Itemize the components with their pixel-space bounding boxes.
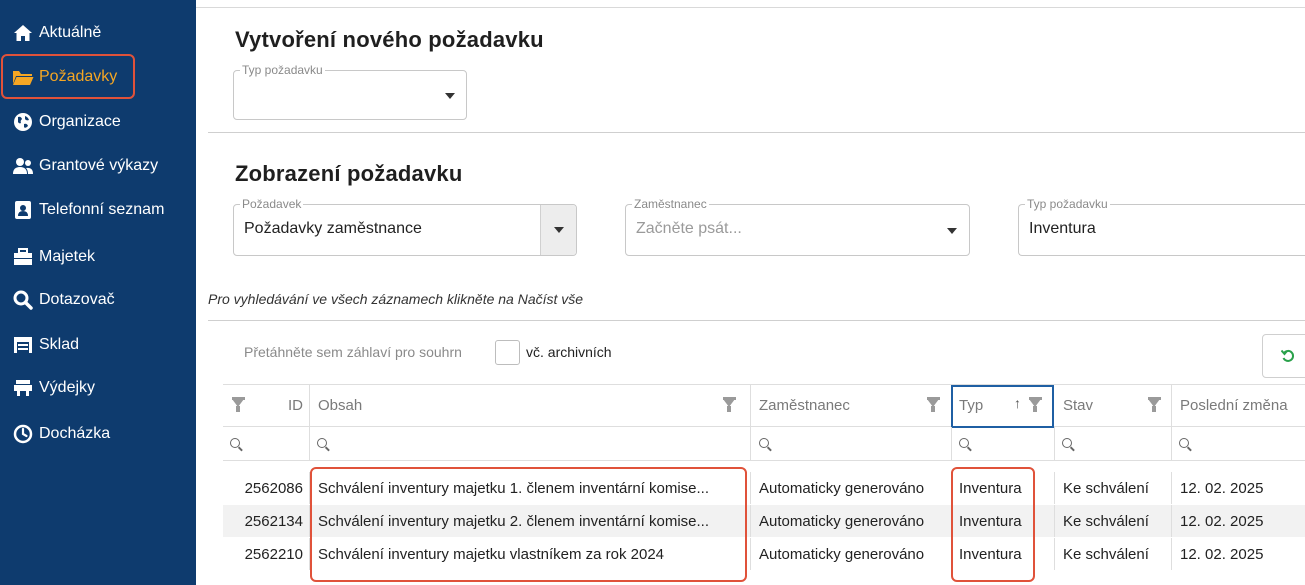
archive-checkbox-label[interactable]: vč. archivních [526,344,612,360]
search-icon[interactable] [230,438,240,448]
field-value: Inventura [1029,220,1096,237]
sidebar-item-label: Organizace [39,113,121,130]
home-icon [12,23,34,43]
clock-icon [12,424,34,444]
sidebar-item-pozadavky[interactable]: Požadavky [8,61,117,93]
cell-id: 2562086 [244,479,303,497]
request-select[interactable]: Požadavek Požadavky zaměstnance [233,197,577,256]
column-header-posledni-zmena[interactable]: Poslední změna [1171,385,1305,426]
sidebar: Aktuálně Požadavky Organizace Grantové v… [0,0,196,585]
load-all-hint: Pro vyhledávání ve všech záznamech klikn… [208,291,584,307]
cell-zamestnanec: Automaticky generováno [759,479,925,497]
column-header-obsah[interactable]: Obsah [309,385,750,426]
field-legend: Typ požadavku [240,63,325,77]
sidebar-item-sklad[interactable]: Sklad [8,329,79,361]
search-icon [12,290,34,310]
sidebar-item-majetek[interactable]: Majetek [8,241,95,273]
column-header-stav[interactable]: Stav [1054,385,1171,426]
cell-stav: Ke schválení [1063,512,1149,530]
create-request-title: Vytvoření nového požadavku [235,27,544,52]
warehouse-icon [12,335,34,355]
field-legend: Požadavek [240,197,304,211]
section-divider [208,132,1305,133]
cell-stav: Ke schválení [1063,479,1149,497]
dispense-icon [12,378,34,398]
chevron-down-icon [947,228,957,234]
sidebar-item-label: Sklad [39,336,80,353]
sorted-column-highlight [951,385,1054,428]
sidebar-item-dochazka[interactable]: Docházka [8,418,110,450]
search-icon[interactable] [1062,438,1072,448]
refresh-icon [1281,349,1295,362]
cell-posledni-zmena: 12. 02. 2025 [1180,545,1264,563]
address-card-icon [12,200,34,220]
folder-open-icon [12,67,34,87]
group-panel-hint[interactable]: Přetáhněte sem záhlaví pro souhrn [244,344,462,360]
section-divider [208,320,1305,321]
search-icon[interactable] [317,438,327,448]
top-divider [196,7,1305,8]
field-legend: Zaměstnanec [632,197,709,211]
cell-zamestnanec: Automaticky generováno [759,512,925,530]
sidebar-item-label: Majetek [39,248,96,265]
sidebar-item-vydejky[interactable]: Výdejky [8,372,95,404]
field-value: Požadavky zaměstnance [244,220,422,237]
sidebar-item-organizace[interactable]: Organizace [8,106,121,138]
grid-filter-row [223,427,1305,461]
sidebar-item-label: Dotazovač [39,291,115,308]
chevron-down-icon [445,93,455,99]
field-placeholder: Začněte psát... [636,220,742,237]
sidebar-item-label: Požadavky [39,68,118,85]
cell-posledni-zmena: 12. 02. 2025 [1180,512,1264,530]
field-legend: Typ požadavku [1025,197,1110,211]
search-icon[interactable] [959,438,969,448]
sidebar-item-aktualne[interactable]: Aktuálně [8,17,101,49]
column-header-zamestnanec[interactable]: Zaměstnanec [750,385,951,426]
sidebar-item-label: Aktuálně [39,24,102,41]
employee-select[interactable]: Zaměstnanec Začněte psát... [625,197,970,256]
users-icon [12,156,34,176]
cell-zamestnanec: Automaticky generováno [759,545,925,563]
sidebar-item-dotazovac[interactable]: Dotazovač [8,284,115,316]
sidebar-item-label: Docházka [39,425,111,442]
cell-id: 2562210 [244,545,303,563]
view-type-select[interactable]: Typ požadavku Inventura [1018,197,1305,256]
highlight-box-obsah [310,467,747,582]
toolbox-icon [12,247,34,267]
grid-header: ID Obsah Zaměstnanec Typ ↑ Stav Poslední… [223,384,1305,428]
view-request-title: Zobrazení požadavku [235,161,463,186]
highlight-box-typ [951,467,1035,582]
refresh-button[interactable] [1262,334,1305,378]
chevron-down-icon [554,227,564,233]
sidebar-item-label: Grantové výkazy [39,157,159,174]
archive-checkbox[interactable] [495,340,520,365]
cell-stav: Ke schválení [1063,545,1149,563]
search-icon[interactable] [759,438,769,448]
cell-id: 2562134 [244,512,303,530]
create-type-select[interactable]: Typ požadavku [233,63,467,120]
sidebar-item-label: Telefonní seznam [39,201,165,218]
dropdown-button[interactable] [540,205,576,255]
sidebar-item-telefonni-seznam[interactable]: Telefonní seznam [8,194,164,226]
column-header-id[interactable]: ID [223,385,309,426]
search-icon[interactable] [1179,438,1189,448]
sidebar-item-grantove-vykazy[interactable]: Grantové výkazy [8,150,158,182]
cell-posledni-zmena: 12. 02. 2025 [1180,479,1264,497]
globe-icon [12,112,34,132]
sidebar-item-label: Výdejky [39,379,96,396]
